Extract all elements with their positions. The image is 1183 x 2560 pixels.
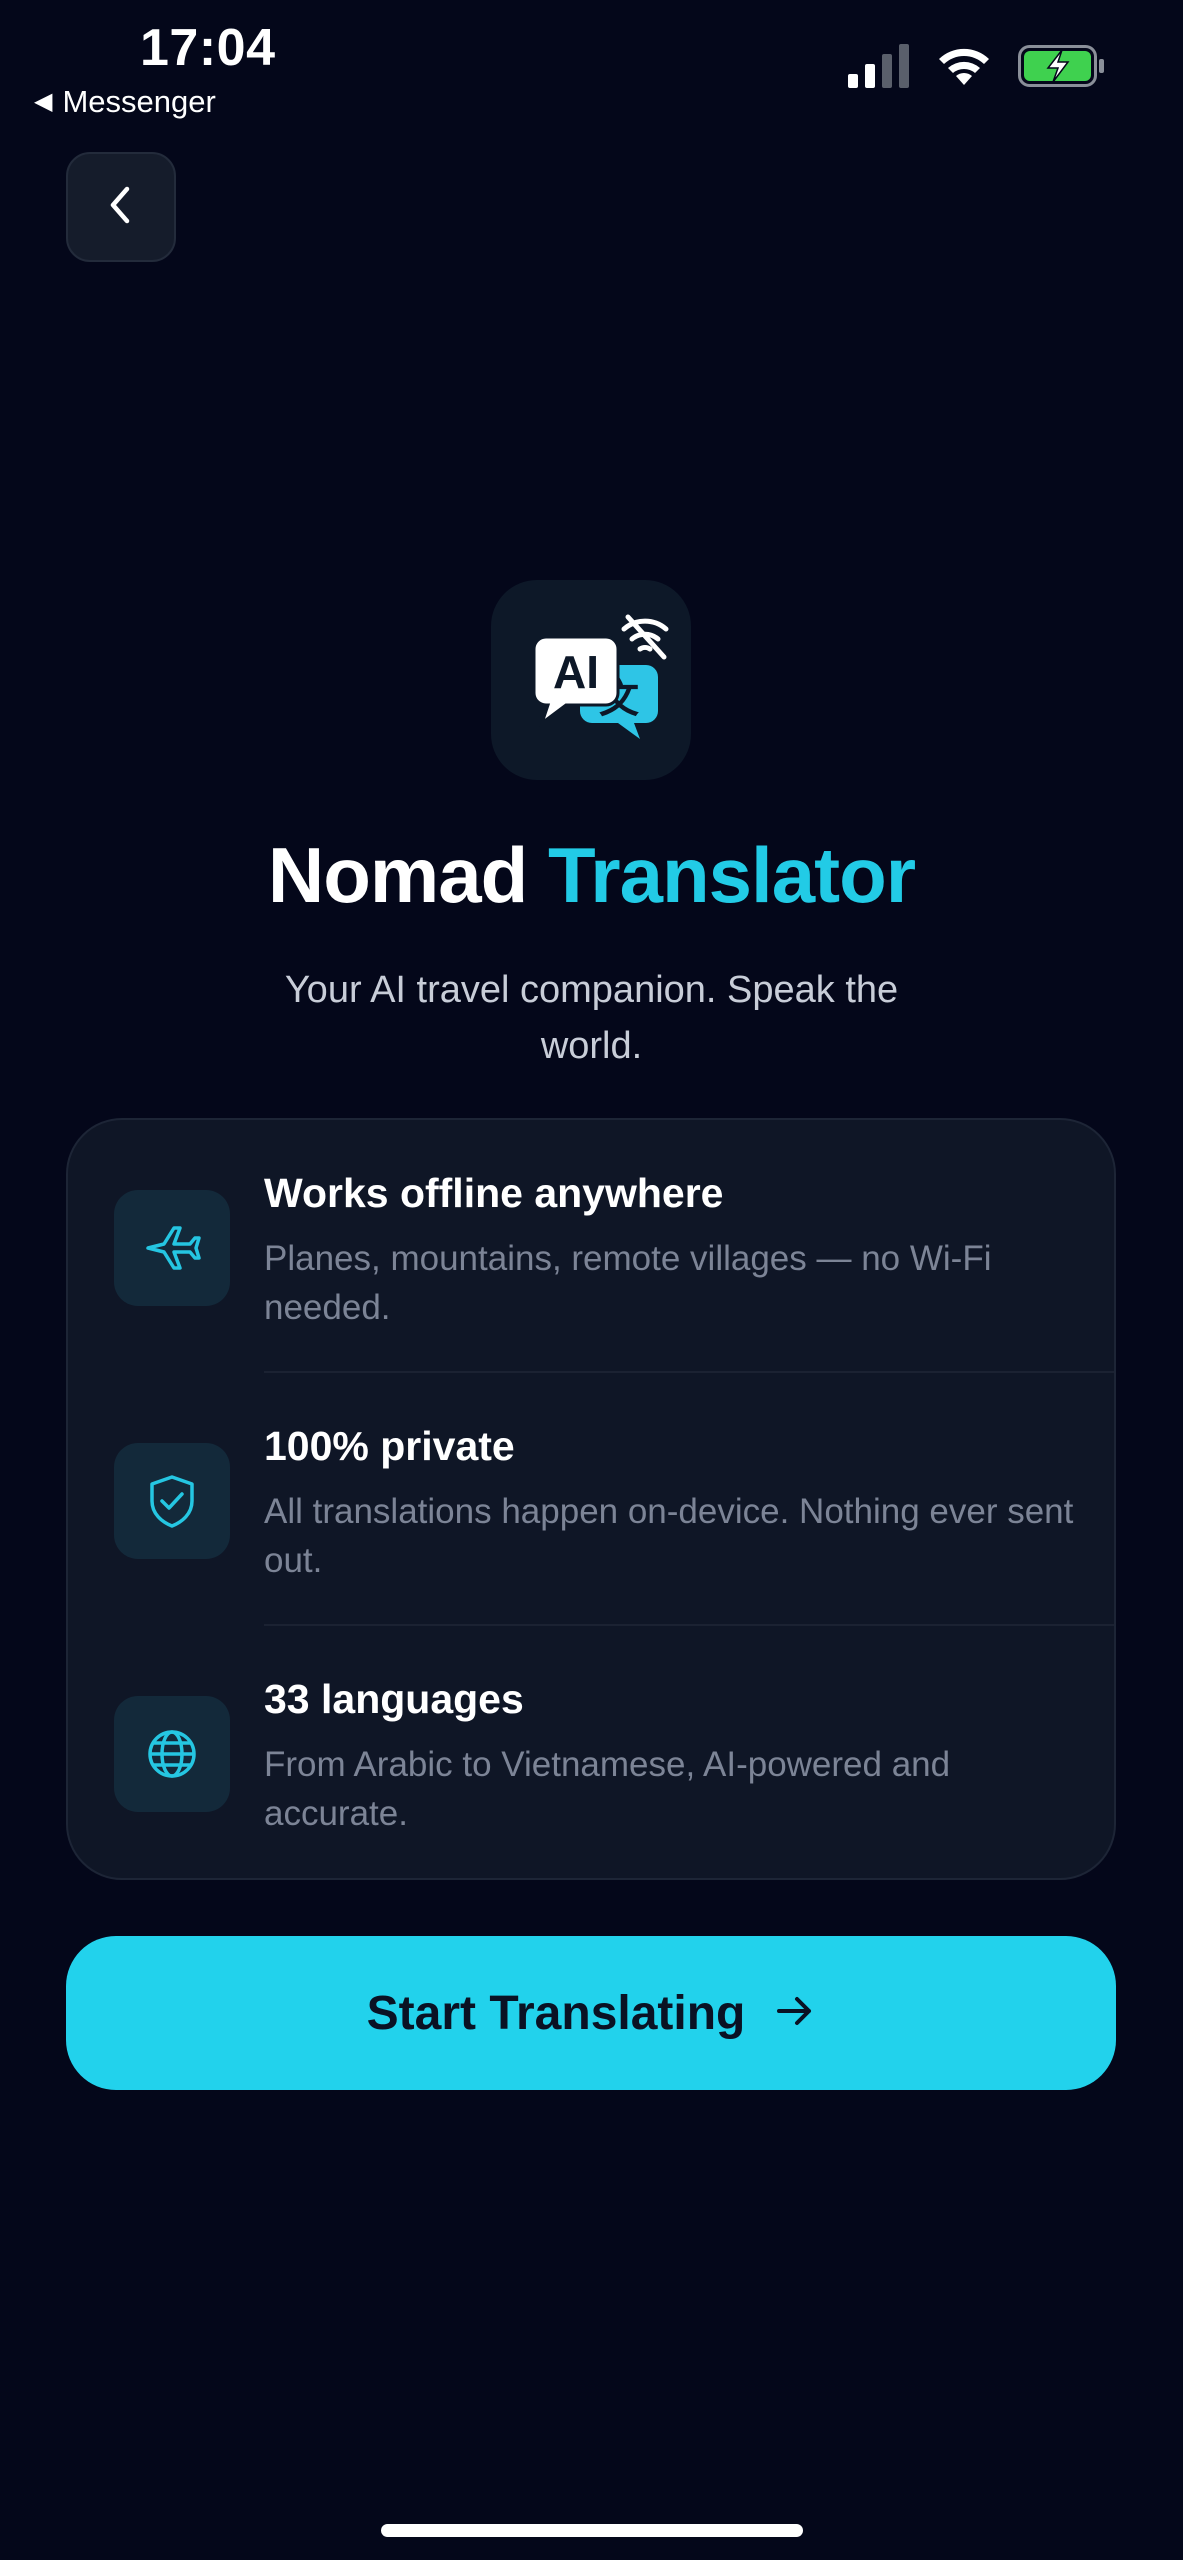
back-to-app-link[interactable]: ◀ Messenger [34, 84, 216, 120]
feature-description: Planes, mountains, remote villages — no … [264, 1239, 992, 1327]
back-triangle-icon: ◀ [34, 88, 53, 115]
feature-title: Works offline anywhere [264, 1170, 724, 1216]
feature-description: From Arabic to Vietnamese, AI-powered an… [264, 1745, 951, 1833]
feature-title: 100% private [264, 1423, 515, 1469]
tagline: Your AI travel companion. Speak the worl… [284, 969, 899, 1067]
feature-languages: 33 languages From Arabic to Vietnamese, … [68, 1626, 1114, 1878]
start-translating-label: Start Translating [366, 1986, 746, 2040]
chevron-left-icon [101, 183, 141, 232]
app-title-accent: Translator [547, 831, 916, 919]
onboarding-screen: 17:04 ◀ Messenger 文 AI Nomad Translator … [0, 0, 1183, 2560]
signal-icon [848, 44, 910, 93]
arrow-right-icon [775, 1986, 815, 2041]
shield-check-icon [114, 1443, 230, 1559]
back-app-label: Messenger [62, 84, 216, 119]
battery-charging-icon [1018, 45, 1106, 92]
svg-text:AI: AI [553, 646, 599, 698]
app-logo: 文 AI [491, 580, 691, 780]
app-title-primary: Nomad [267, 831, 528, 919]
airplane-icon [114, 1190, 230, 1306]
feature-description: All translations happen on-device. Nothi… [264, 1492, 1074, 1580]
feature-private: 100% private All translations happen on-… [68, 1373, 1114, 1626]
status-time: 17:04 [140, 19, 276, 77]
globe-icon [114, 1696, 230, 1812]
wifi-icon [936, 45, 992, 92]
feature-offline: Works offline anywhere Planes, mountains… [68, 1120, 1114, 1373]
features-card: Works offline anywhere Planes, mountains… [66, 1118, 1116, 1880]
feature-title: 33 languages [264, 1676, 524, 1722]
back-button[interactable] [66, 152, 176, 262]
start-translating-button[interactable]: Start Translating [66, 1936, 1116, 2090]
home-indicator[interactable] [381, 2524, 803, 2537]
app-title: Nomad Translator [0, 830, 1183, 921]
ai-translate-offline-icon: 文 AI [506, 593, 676, 768]
status-icons [848, 44, 1106, 93]
